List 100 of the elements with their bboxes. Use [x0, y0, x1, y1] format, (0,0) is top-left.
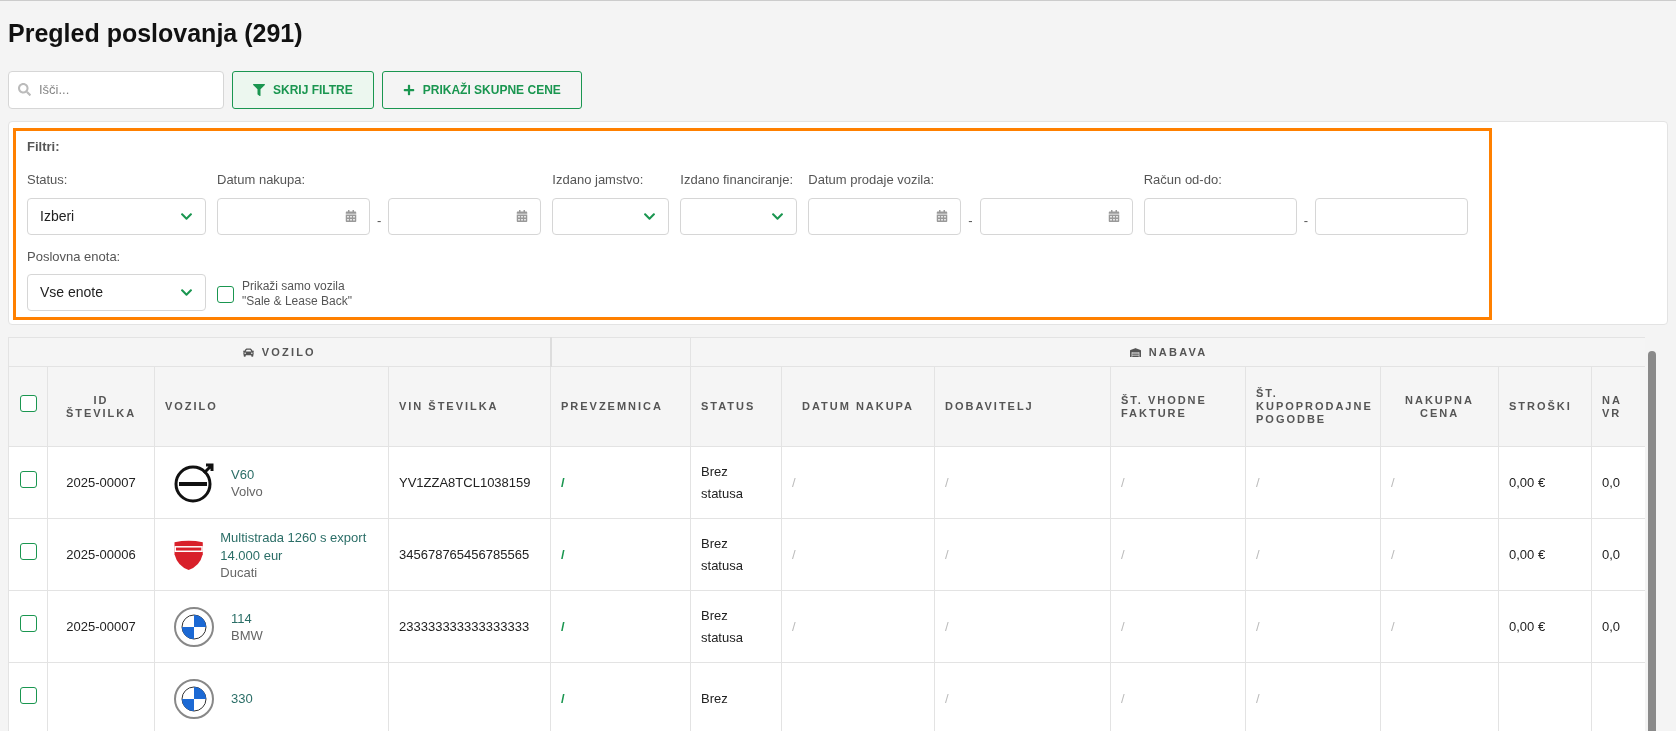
filter-label: Datum nakupa: [217, 171, 307, 189]
table-cell-text: / [792, 545, 796, 564]
table-cell-text: / [945, 617, 949, 636]
column-header: ID ŠTEVILKA [65, 393, 137, 419]
filter-label: Račun od-do: [1143, 171, 1223, 189]
row-checkbox[interactable] [19, 470, 37, 488]
checkbox-label: Prikaži samo vozila "Sale & Lease Back" [242, 279, 352, 309]
table-cell-text: / [1256, 617, 1260, 636]
table-cell-text: 0,00 € [1509, 545, 1546, 564]
select-field[interactable] [552, 197, 670, 235]
table-cell-text: / [945, 545, 949, 564]
vehicle-model-link[interactable]: V60 [231, 465, 263, 484]
table-cell-text: 233333333333333333 [399, 617, 530, 636]
table-cell-text: 0,0 [1602, 473, 1621, 492]
table-cell-text: YV1ZZA8TCL1038159 [399, 473, 531, 492]
vehicle-model-link[interactable]: Multistrada 1260 s export 14.000 eur [220, 528, 378, 565]
page-title: Pregled poslovanja (291) [8, 18, 304, 49]
column-header: DOBAVITELJ [945, 400, 1034, 412]
column-header: NA VR [1602, 393, 1622, 419]
row-checkbox[interactable] [19, 686, 37, 704]
calendar-icon [345, 210, 357, 222]
column-group-header: NABAVA [1148, 344, 1208, 360]
table-cell-text: 2025-00006 [66, 545, 136, 564]
column-header: STATUS [701, 400, 756, 412]
vehicle-model-link[interactable]: 330 [231, 689, 253, 708]
range-dash: - [377, 212, 382, 231]
table-cell-text: / [1121, 689, 1125, 708]
chevron-down-icon [180, 286, 193, 299]
date-field[interactable] [808, 197, 962, 235]
table-link[interactable]: / [561, 471, 565, 494]
warehouse-icon [1129, 346, 1141, 358]
filter-label: Izdano financiranje: [680, 171, 795, 189]
table-cell-text: Brez [701, 689, 728, 708]
table-link[interactable]: / [561, 687, 565, 710]
plus-icon [402, 83, 415, 96]
show-prices-button[interactable]: PRIKAŽI SKUPNE CENE [381, 70, 582, 109]
table-cell-text: 0,00 € [1509, 473, 1546, 492]
row-checkbox[interactable] [19, 614, 37, 632]
table-cell-text: Brez statusa [701, 534, 744, 575]
table-link[interactable]: / [561, 543, 565, 566]
column-header: DATUM NAKUPA [802, 400, 914, 412]
calendar-icon [936, 210, 949, 222]
table-cell-text: 0,0 [1602, 545, 1621, 564]
select-field[interactable]: Izberi [27, 197, 206, 235]
scrollbar[interactable] [1648, 351, 1656, 731]
table-cell-text: / [1256, 473, 1260, 492]
column-header: ŠT. KUPOPRODAJNE POGODBE [1256, 387, 1373, 425]
range-dash: - [1303, 212, 1309, 231]
vehicle-make: BMW [231, 627, 263, 644]
select-field[interactable]: Vse enote [27, 274, 206, 311]
table-cell-text: / [945, 473, 949, 492]
roundel-logo-icon [173, 605, 215, 648]
range-dash: - [968, 212, 973, 231]
table-cell-text: Brez statusa [701, 462, 744, 503]
column-header: VOZILO [165, 400, 218, 412]
table-cell-text: Brez statusa [701, 606, 744, 647]
table-cell-text: / [792, 617, 796, 636]
filter-label: Status: [27, 171, 69, 189]
table-cell-text: 0,00 € [1509, 617, 1546, 636]
date-field[interactable] [388, 197, 542, 235]
table-cell-text: 0,0 [1602, 617, 1621, 636]
row-checkbox[interactable] [19, 542, 37, 560]
checkbox[interactable] [217, 285, 234, 303]
filter-label: Poslovna enota: [27, 247, 122, 266]
table-cell-text: / [1121, 473, 1125, 492]
table-cell-text: / [1256, 545, 1260, 564]
table-cell-text: 2025-00007 [66, 473, 136, 492]
select-field[interactable] [680, 197, 798, 235]
filters-title: Filtri: [27, 137, 61, 156]
table-cell-text: / [1256, 689, 1260, 708]
roundel-logo-icon [173, 677, 215, 720]
search-icon [18, 82, 31, 96]
column-header: STROŠKI [1509, 400, 1572, 412]
vehicle-model-link[interactable]: 114 [231, 609, 263, 628]
car-icon [242, 346, 254, 358]
table-cell-text: / [1121, 617, 1125, 636]
table-cell-text: / [1391, 617, 1395, 636]
column-header: VIN ŠTEVILKA [399, 400, 499, 412]
filter-icon [253, 83, 265, 96]
table-link[interactable]: / [561, 615, 565, 638]
table-cell-text: / [1391, 545, 1395, 564]
calendar-icon [1107, 210, 1120, 222]
column-header: ŠT. VHODNE FAKTURE [1121, 393, 1207, 419]
calendar-icon [516, 210, 529, 222]
date-field[interactable] [217, 197, 370, 235]
date-field[interactable] [979, 197, 1133, 235]
select-all-checkbox[interactable] [19, 394, 37, 412]
vehicle-make: Volvo [231, 483, 263, 500]
hide-filters-button[interactable]: SKRIJ FILTRE [232, 70, 374, 109]
search-field[interactable]: Išči... [8, 70, 224, 109]
column-group-header: VOZILO [261, 344, 316, 360]
filter-label: Datum prodaje vozila: [808, 171, 936, 189]
table-cell-text: / [792, 473, 796, 492]
table-cell-text: / [1391, 473, 1395, 492]
input-field[interactable] [1315, 197, 1469, 235]
table-cell-text: 2025-00007 [66, 617, 136, 636]
input-field[interactable] [1143, 197, 1297, 235]
column-header: PREVZEMNICA [561, 400, 663, 412]
table-cell-text: / [1121, 545, 1125, 564]
vehicle-make: Ducati [220, 564, 259, 581]
